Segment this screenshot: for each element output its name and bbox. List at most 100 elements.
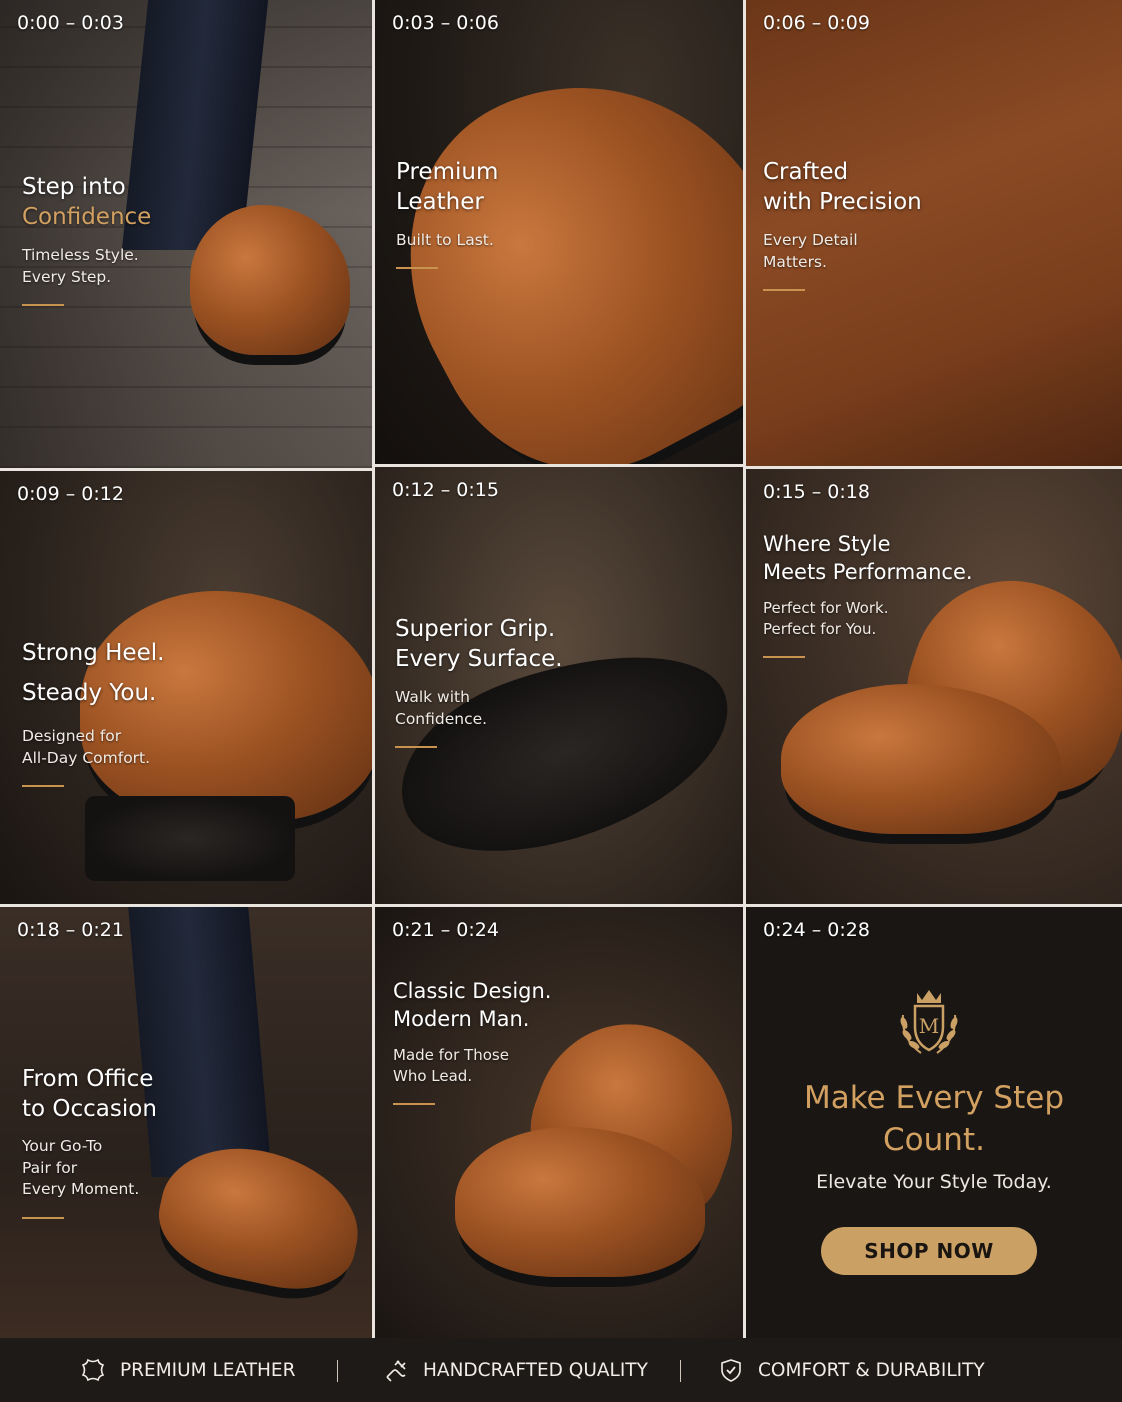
subtitle-line: Made for Those bbox=[393, 1046, 509, 1064]
subtitle-line: Every Detail bbox=[763, 231, 858, 249]
title-line: Superior Grip. bbox=[395, 616, 556, 642]
panel-copy: Step into Confidence Timeless Style. Eve… bbox=[22, 172, 151, 306]
gold-divider bbox=[22, 304, 64, 306]
feature-label: PREMIUM LEATHER bbox=[120, 1359, 296, 1381]
feature-premium-leather: PREMIUM LEATHER bbox=[80, 1338, 295, 1402]
panel-subtitle: Designed for All-Day Comfort. bbox=[22, 725, 164, 769]
subtitle-line: Your Go-To bbox=[22, 1137, 103, 1155]
gold-divider bbox=[22, 785, 64, 787]
subtitle-line: Designed for bbox=[22, 727, 122, 745]
subtitle-line: Pair for bbox=[22, 1158, 78, 1177]
title-line: Leather bbox=[396, 189, 484, 215]
subtitle-line: Matters. bbox=[763, 253, 827, 271]
separator bbox=[337, 1360, 338, 1382]
panel-strong-heel: 0:09 – 0:12 Strong Heel. Steady You. Des… bbox=[0, 471, 372, 904]
timecode: 0:09 – 0:12 bbox=[17, 483, 124, 505]
subtitle-line: Perfect for Work. bbox=[763, 599, 889, 617]
panel-classic-design: 0:21 – 0:24 Classic Design. Modern Man. … bbox=[375, 907, 743, 1338]
gold-divider bbox=[396, 267, 438, 269]
panel-copy: Premium Leather Built to Last. bbox=[396, 157, 498, 269]
gold-divider bbox=[763, 289, 805, 291]
timecode: 0:03 – 0:06 bbox=[392, 12, 499, 34]
title-line: Classic Design. bbox=[393, 979, 552, 1003]
shield-check-icon bbox=[721, 1359, 741, 1382]
panel-step-into-confidence: 0:00 – 0:03 Step into Confidence Timeles… bbox=[0, 0, 372, 468]
panel-copy: Where Style Meets Performance. Perfect f… bbox=[763, 530, 973, 658]
handcraft-icon bbox=[386, 1360, 406, 1382]
title-line: Crafted bbox=[763, 159, 849, 185]
title-line: Steady You. bbox=[22, 680, 157, 706]
panel-title: Crafted with Precision bbox=[763, 157, 922, 217]
title-line: Every Surface. bbox=[395, 646, 563, 672]
subtitle-line: Every Step. bbox=[22, 268, 112, 286]
subtitle-line: Every Moment. bbox=[22, 1180, 140, 1198]
feature-comfort-durability: COMFORT & DURABILITY bbox=[718, 1338, 985, 1402]
title-line: Strong Heel. bbox=[22, 640, 165, 666]
panel-title: Premium Leather bbox=[396, 157, 498, 217]
panel-subtitle: Built to Last. bbox=[396, 229, 498, 251]
gold-divider bbox=[22, 1216, 64, 1219]
panel-crafted-precision: 0:06 – 0:09 Crafted with Precision Every… bbox=[746, 0, 1122, 466]
separator bbox=[680, 1360, 681, 1382]
feature-label: COMFORT & DURABILITY bbox=[758, 1359, 985, 1381]
shop-now-button[interactable]: SHOP NOW bbox=[821, 1227, 1037, 1275]
panel-title: Superior Grip. Every Surface. bbox=[395, 614, 563, 674]
panel-copy: Strong Heel. Steady You. Designed for Al… bbox=[22, 633, 164, 787]
panel-subtitle: Timeless Style. Every Step. bbox=[22, 244, 151, 288]
cta-subtitle: Elevate Your Style Today. bbox=[816, 1171, 1052, 1193]
panel-premium-leather: 0:03 – 0:06 Premium Leather Built to Las… bbox=[375, 0, 743, 464]
panel-title: Where Style Meets Performance. bbox=[763, 530, 973, 586]
subtitle-line: Built to Last. bbox=[396, 231, 494, 249]
panel-title: Step into Confidence bbox=[22, 172, 151, 232]
brown-shoe-image bbox=[190, 205, 350, 355]
panel-superior-grip: 0:12 – 0:15 Superior Grip. Every Surface… bbox=[375, 467, 743, 904]
title-highlight: Confidence bbox=[22, 204, 152, 230]
heel-image bbox=[85, 796, 295, 881]
panel-subtitle: Perfect for Work. Perfect for You. bbox=[763, 598, 973, 640]
feature-handcrafted: HANDCRAFTED QUALITY bbox=[383, 1338, 648, 1402]
panel-call-to-action: 0:24 – 0:28 M Make Every Step Count. Ele… bbox=[746, 907, 1122, 1338]
timecode: 0:15 – 0:18 bbox=[763, 481, 870, 503]
panel-office-occasion: 0:18 – 0:21 From Office to Occasion Your… bbox=[0, 907, 372, 1338]
panel-copy: Superior Grip. Every Surface. Walk with … bbox=[395, 614, 563, 748]
leather-hide-icon bbox=[81, 1358, 105, 1382]
panel-subtitle: Every Detail Matters. bbox=[763, 229, 922, 273]
crest-letter: M bbox=[919, 1014, 939, 1038]
title-line: Meets Performance. bbox=[763, 560, 973, 584]
panel-title: From Office to Occasion bbox=[22, 1064, 157, 1124]
feature-label: HANDCRAFTED QUALITY bbox=[423, 1359, 648, 1381]
subtitle-line: Who Lead. bbox=[393, 1067, 473, 1085]
panel-copy: From Office to Occasion Your Go-To Pair … bbox=[22, 1064, 157, 1219]
timecode: 0:12 – 0:15 bbox=[392, 479, 499, 501]
storyboard-grid: 0:00 – 0:03 Step into Confidence Timeles… bbox=[0, 0, 1122, 1338]
panel-subtitle: Your Go-To Pair for Every Moment. bbox=[22, 1136, 157, 1201]
panel-subtitle: Walk with Confidence. bbox=[395, 686, 563, 730]
title-line: Where Style bbox=[763, 532, 891, 556]
title-line: Modern Man. bbox=[393, 1007, 530, 1031]
panel-copy: Crafted with Precision Every Detail Matt… bbox=[763, 157, 922, 291]
timecode: 0:00 – 0:03 bbox=[17, 12, 124, 34]
subtitle-line: Walk with bbox=[395, 688, 470, 706]
brand-crest-icon: M bbox=[900, 990, 958, 1054]
panel-title: Strong Heel. Steady You. bbox=[22, 633, 164, 713]
cta-headline-line: Count. bbox=[883, 1122, 985, 1158]
timecode: 0:18 – 0:21 bbox=[17, 919, 124, 941]
timecode: 0:06 – 0:09 bbox=[763, 12, 870, 34]
subtitle-line: Perfect for You. bbox=[763, 620, 877, 638]
subtitle-line: Timeless Style. bbox=[22, 246, 139, 264]
feature-bar: PREMIUM LEATHER HANDCRAFTED QUALITY COMF… bbox=[0, 1338, 1122, 1402]
title-line: Step into bbox=[22, 174, 126, 200]
cta-headline: Make Every Step Count. bbox=[746, 1077, 1122, 1161]
panel-style-performance: 0:15 – 0:18 Where Style Meets Performanc… bbox=[746, 469, 1122, 904]
title-line: to Occasion bbox=[22, 1096, 157, 1122]
gold-divider bbox=[763, 656, 805, 658]
title-line: with Precision bbox=[763, 189, 922, 215]
panel-title: Classic Design. Modern Man. bbox=[393, 977, 551, 1033]
panel-subtitle: Made for Those Who Lead. bbox=[393, 1045, 551, 1087]
subtitle-line: All-Day Comfort. bbox=[22, 749, 151, 767]
panel-copy: Classic Design. Modern Man. Made for Tho… bbox=[393, 977, 551, 1105]
gold-divider bbox=[393, 1103, 435, 1105]
cta-headline-line: Make Every Step bbox=[803, 1080, 1065, 1116]
timecode: 0:24 – 0:28 bbox=[763, 919, 870, 941]
subtitle-line: Confidence. bbox=[395, 710, 488, 728]
